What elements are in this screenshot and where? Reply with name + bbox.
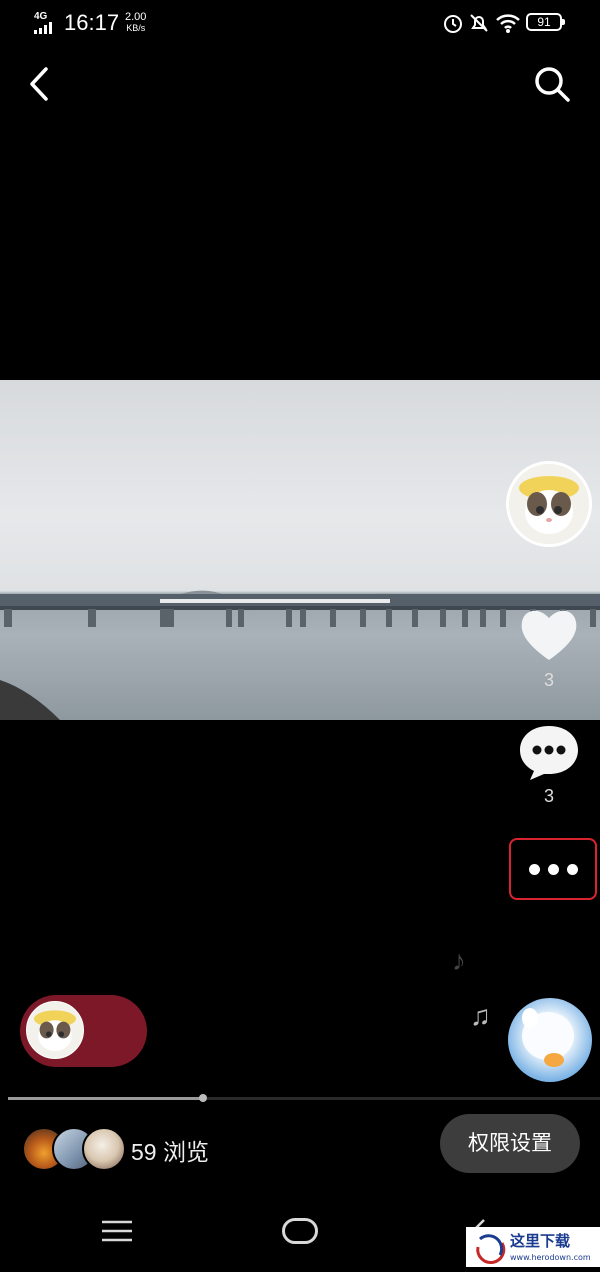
network-speed: 2.00 KB/s xyxy=(125,12,146,34)
battery-indicator: 91 xyxy=(526,13,565,31)
menu-icon[interactable] xyxy=(100,1218,134,1244)
viewer-avatar[interactable] xyxy=(82,1127,126,1171)
progress-fill xyxy=(8,1097,203,1100)
music-cover-image xyxy=(522,1008,574,1067)
pill-avatar xyxy=(26,1001,84,1059)
status-bar: 4G 16:17 2.00 KB/s 91 xyxy=(0,0,600,46)
video-player[interactable] xyxy=(0,380,600,720)
comment-count: 3 xyxy=(543,786,554,806)
speed-unit: KB/s xyxy=(126,23,146,33)
back-icon[interactable] xyxy=(24,64,60,104)
music-note-icon: ♪ xyxy=(452,945,466,976)
view-count-label: 浏览 xyxy=(162,1139,209,1165)
mute-bell-icon xyxy=(470,14,488,32)
comment-icon[interactable] xyxy=(516,722,582,784)
watermark-logo: 这里下载 www.herodown.com xyxy=(466,1227,600,1267)
watermark-brand: 这里下载 xyxy=(510,1232,570,1250)
alarm-icon xyxy=(444,15,462,33)
view-count: 59 浏览 xyxy=(131,1133,209,1167)
more-icon-dot xyxy=(528,863,540,875)
heart-icon[interactable] xyxy=(518,604,580,664)
more-button[interactable] xyxy=(509,838,597,900)
author-pill-button[interactable] xyxy=(20,995,147,1067)
network-type: 4G xyxy=(34,11,48,22)
watermark-emblem-icon: 这里下载 www.herodown.com xyxy=(476,1232,591,1265)
search-icon[interactable] xyxy=(530,64,574,104)
author-avatar[interactable] xyxy=(506,461,592,547)
more-icon-dot xyxy=(547,863,559,875)
more-icon-dot xyxy=(566,863,578,875)
cat-avatar-image xyxy=(27,1002,83,1058)
progress-thumb[interactable] xyxy=(199,1094,207,1102)
signal-icon xyxy=(34,22,52,34)
music-disc[interactable] xyxy=(508,998,592,1082)
view-count-number: 59 xyxy=(131,1139,157,1165)
permission-settings-button[interactable]: 权限设置 xyxy=(440,1114,580,1173)
wifi-icon xyxy=(496,14,520,33)
clock: 16:17 xyxy=(64,10,120,35)
speed-value: 2.00 xyxy=(125,11,147,23)
home-button[interactable] xyxy=(282,1218,318,1244)
watermark-url: www.herodown.com xyxy=(510,1253,591,1262)
video-frame-scene xyxy=(0,590,600,720)
like-count: 3 xyxy=(543,670,554,690)
cat-avatar-image xyxy=(509,464,589,544)
music-notes-icon: ♫ xyxy=(470,1000,491,1031)
